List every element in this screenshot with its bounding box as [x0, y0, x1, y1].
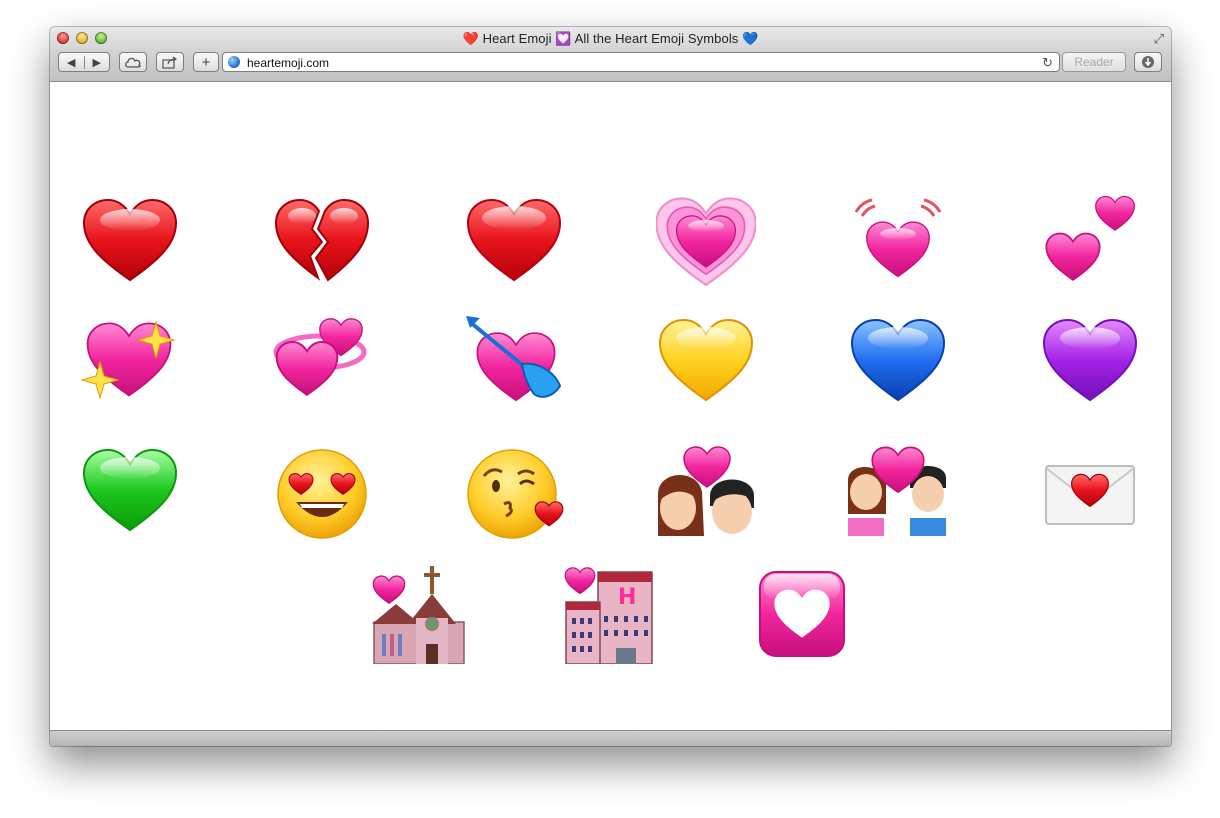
two-hearts-icon[interactable]: [1040, 194, 1140, 294]
status-bar: [50, 730, 1171, 746]
share-button[interactable]: [156, 52, 184, 72]
globe-icon: [228, 56, 240, 68]
toolbar: ◀ ▶ + heartemoji.com ↻ Reader: [50, 52, 1171, 76]
heart-with-arrow-icon[interactable]: [464, 314, 564, 414]
cloud-icon: [125, 57, 141, 68]
revolving-hearts-icon[interactable]: [272, 314, 372, 414]
red-heart-2-icon[interactable]: [464, 194, 564, 294]
add-bookmark-button[interactable]: +: [193, 52, 219, 72]
green-heart-icon[interactable]: [80, 444, 180, 544]
love-hotel-icon[interactable]: H: [560, 564, 660, 664]
couple-with-heart-icon[interactable]: [848, 444, 948, 544]
forward-icon[interactable]: ▶: [83, 55, 110, 69]
heart-decoration-icon[interactable]: [752, 564, 852, 664]
share-icon: [162, 56, 178, 69]
reload-icon[interactable]: ↻: [1042, 55, 1053, 71]
love-letter-icon[interactable]: [1040, 444, 1140, 544]
yellow-heart-icon[interactable]: [656, 314, 756, 414]
kiss-couple-icon[interactable]: [656, 444, 756, 544]
browser-window: ❤️ Heart Emoji 💟 All the Heart Emoji Sym…: [50, 27, 1171, 746]
download-icon: [1142, 56, 1154, 68]
svg-text:H: H: [618, 585, 636, 610]
reader-button[interactable]: Reader: [1062, 52, 1126, 72]
title-bar: ❤️ Heart Emoji 💟 All the Heart Emoji Sym…: [50, 27, 1171, 82]
fullscreen-icon[interactable]: ⤢: [1154, 31, 1164, 47]
url-text[interactable]: heartemoji.com: [247, 56, 329, 70]
window-title: ❤️ Heart Emoji 💟 All the Heart Emoji Sym…: [462, 31, 759, 46]
wedding-chapel-icon[interactable]: [368, 564, 468, 664]
icloud-tabs-button[interactable]: [119, 52, 147, 72]
downloads-button[interactable]: [1134, 52, 1162, 72]
sparkling-heart-icon[interactable]: [80, 314, 180, 414]
beating-heart-icon[interactable]: [848, 194, 948, 294]
red-heart-icon[interactable]: [80, 194, 180, 294]
purple-heart-icon[interactable]: [1040, 314, 1140, 414]
blue-heart-icon[interactable]: [848, 314, 948, 414]
back-forward-buttons: ◀ ▶: [58, 52, 110, 72]
broken-heart-icon[interactable]: [272, 194, 372, 294]
address-bar[interactable]: heartemoji.com ↻: [222, 52, 1060, 72]
heart-eyes-face-icon[interactable]: [272, 444, 372, 544]
page-content: H: [50, 82, 1171, 731]
growing-heart-icon[interactable]: [656, 194, 756, 294]
back-icon[interactable]: ◀: [59, 56, 84, 69]
kissing-heart-face-icon[interactable]: [464, 444, 564, 544]
